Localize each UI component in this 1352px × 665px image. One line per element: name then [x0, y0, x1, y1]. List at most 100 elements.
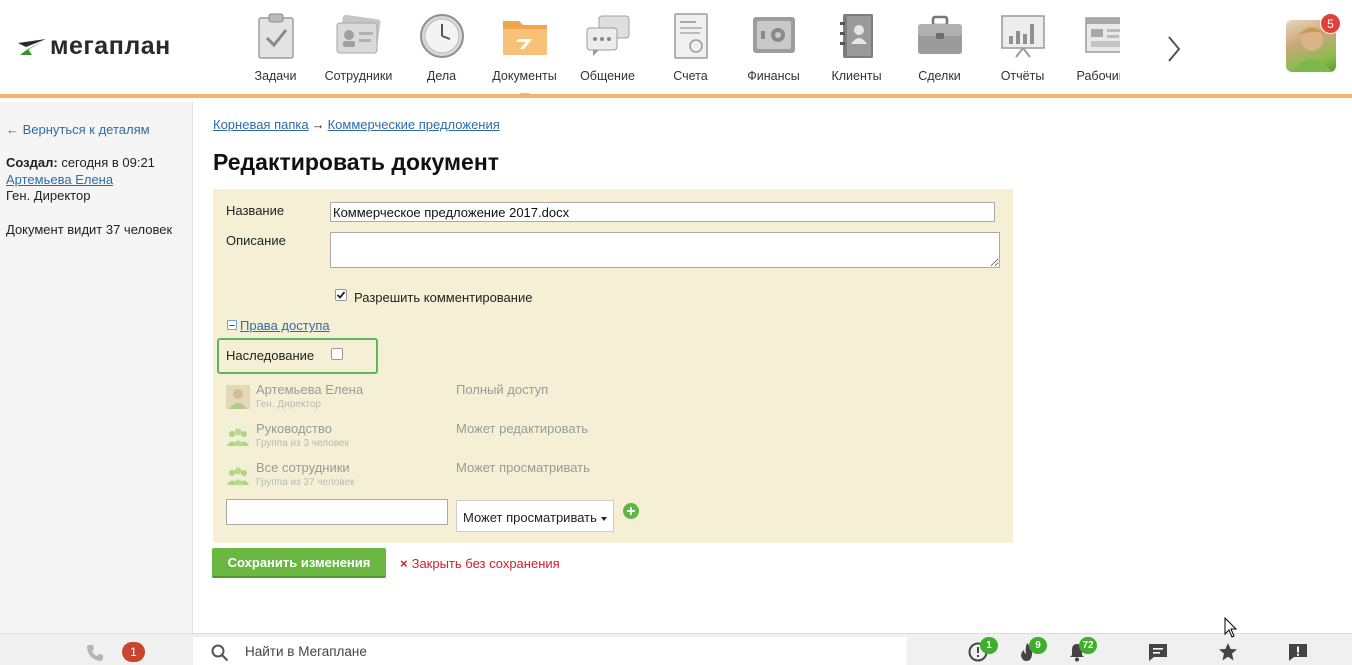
nav-deeds-label: Дела	[426, 69, 457, 83]
nav-clients-label: Клиенты	[831, 69, 882, 83]
hot-button[interactable]: 9	[1017, 637, 1047, 662]
star-icon	[1219, 643, 1237, 661]
description-label: Описание	[226, 233, 286, 248]
permission-level: Полный доступ	[456, 382, 549, 397]
nav-employees[interactable]: Сотрудники	[317, 12, 400, 92]
access-rights-link[interactable]: Права доступа	[240, 318, 330, 333]
left-sidebar: ← Вернуться к деталям Создал: сегодня в …	[0, 102, 193, 633]
permission-name: Артемьева Елена	[256, 382, 364, 397]
notification-count-badge: 5	[1320, 13, 1341, 34]
notifications-badge: 72	[1079, 637, 1097, 654]
mouse-cursor-icon	[1224, 617, 1238, 638]
nav-employees-label: Сотрудники	[324, 69, 393, 83]
alerts-button[interactable]: 1	[968, 637, 998, 662]
created-label: Создал:	[6, 155, 58, 170]
logo-text: мегаплан	[50, 32, 171, 60]
folder-icon	[500, 12, 550, 60]
nav-next-arrow[interactable]	[1162, 30, 1186, 68]
nav-deals-label: Сделки	[918, 69, 961, 83]
back-to-details-link[interactable]: ← Вернуться к деталям	[6, 122, 150, 137]
nav-tasks-label: Задачи	[254, 69, 297, 83]
access-level-dropdown[interactable]: Может просматривать	[456, 500, 614, 532]
permission-name: Руководство	[256, 421, 332, 436]
collapse-access-toggle[interactable]	[227, 320, 237, 330]
nav-communication[interactable]: Общение	[566, 12, 649, 92]
alerts-badge: 1	[980, 637, 998, 654]
permission-sub: Группа из 3 человек	[256, 438, 349, 449]
permission-level: Может редактировать	[456, 421, 589, 436]
bottom-bar: 1 1 9 72	[0, 633, 1352, 665]
desktop-icon	[1081, 12, 1120, 60]
permission-row: Руководство Группа из 3 человек Может ре…	[226, 421, 726, 455]
tasks-icon	[251, 12, 301, 60]
breadcrumb-current-link[interactable]: Коммерческие предложения	[328, 117, 500, 132]
page-title: Редактировать документ	[213, 149, 499, 175]
nav-documents[interactable]: Документы	[483, 12, 566, 98]
allow-comments-checkbox[interactable]	[335, 289, 347, 301]
permission-row: Все сотрудники Группа из 37 человек Може…	[226, 460, 726, 494]
group-icon	[226, 463, 250, 487]
search-input[interactable]	[245, 637, 885, 665]
nav-deals[interactable]: Сделки	[898, 12, 981, 92]
close-x-icon: ×	[400, 556, 408, 571]
permission-sub: Группа из 37 человек	[256, 477, 355, 488]
author-link[interactable]: Артемьева Елена	[6, 172, 113, 187]
created-time: сегодня в 09:21	[57, 155, 155, 170]
breadcrumb: Корневая папка → Коммерческие предложения	[213, 117, 500, 132]
permission-name: Все сотрудники	[256, 460, 350, 475]
permission-row: Артемьева Елена Ген. Директор Полный дос…	[226, 382, 726, 416]
messages-button[interactable]	[1148, 642, 1168, 662]
close-label: Закрыть без сохранения	[411, 556, 560, 571]
permission-level: Может просматривать	[456, 460, 590, 475]
edit-document-form: Название Описание Разрешить комментирова…	[213, 189, 1013, 543]
permission-sub: Ген. Директор	[256, 399, 321, 410]
search-icon	[211, 644, 229, 662]
feedback-icon	[1289, 644, 1307, 661]
message-icon	[1149, 644, 1167, 661]
employees-icon	[334, 12, 384, 60]
feedback-button[interactable]	[1288, 642, 1308, 662]
top-header: мегаплан Задачи Сотрудники Дела Документ…	[0, 0, 1352, 98]
nav-clients[interactable]: Клиенты	[815, 12, 898, 92]
document-visibility-text: Документ видит 37 человек	[6, 222, 173, 237]
reports-icon	[998, 12, 1048, 60]
nav-finance[interactable]: Финансы	[732, 12, 815, 92]
logo-plane-icon	[18, 38, 46, 55]
safe-icon	[749, 12, 799, 60]
chat-icon	[583, 12, 633, 60]
notifications-button[interactable]: 72	[1067, 637, 1097, 662]
caret-down-icon	[600, 516, 607, 521]
created-info: Создал: сегодня в 09:21 Артемьева Елена …	[6, 155, 155, 205]
contacts-icon	[832, 12, 882, 60]
access-level-value: Может просматривать	[463, 510, 597, 525]
breadcrumb-root-link[interactable]: Корневая папка	[213, 117, 309, 132]
nav-invoices[interactable]: Счета	[649, 12, 732, 92]
global-search	[193, 637, 907, 665]
close-without-saving-link[interactable]: × Закрыть без сохранения	[400, 556, 560, 571]
nav-invoices-label: Счета	[673, 69, 708, 83]
megaplan-logo[interactable]: мегаплан	[18, 32, 171, 61]
inheritance-label: Наследование	[226, 348, 315, 363]
hot-badge: 9	[1029, 637, 1047, 654]
inheritance-checkbox[interactable]	[331, 348, 343, 360]
briefcase-icon	[915, 12, 965, 60]
nav-tasks[interactable]: Задачи	[234, 12, 317, 92]
favorites-button[interactable]	[1218, 642, 1238, 662]
add-permission-plus-icon[interactable]	[623, 503, 639, 519]
invoice-icon	[666, 12, 716, 60]
phone-icon[interactable]	[86, 644, 104, 665]
breadcrumb-arrow: →	[311, 117, 325, 132]
chevron-right-icon	[1168, 36, 1181, 62]
add-participant-input[interactable]	[226, 499, 448, 525]
description-textarea[interactable]	[330, 232, 1000, 268]
save-changes-button[interactable]: Сохранить изменения	[212, 548, 386, 578]
nav-documents-label: Документы	[492, 69, 557, 83]
nav-reports-label: Отчёты	[1000, 69, 1045, 83]
checkmark-icon	[336, 291, 346, 299]
nav-deeds[interactable]: Дела	[400, 12, 483, 92]
name-input[interactable]	[330, 202, 995, 222]
clock-icon	[417, 12, 467, 60]
nav-reports[interactable]: Отчёты	[981, 12, 1064, 92]
name-label: Название	[226, 203, 285, 218]
nav-desktop[interactable]: Рабочий с	[1064, 12, 1120, 92]
